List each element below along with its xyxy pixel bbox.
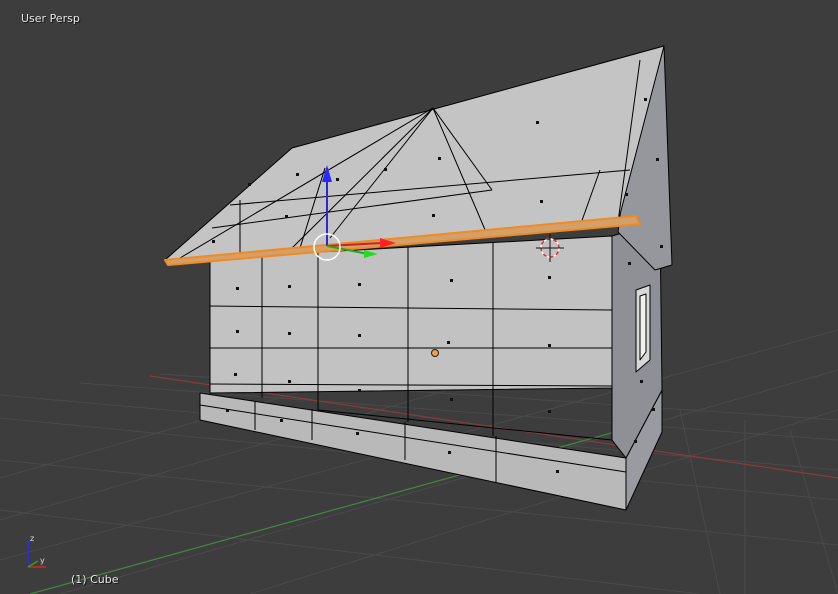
view-name-label: User Persp — [21, 12, 80, 25]
svg-text:y: y — [40, 556, 45, 565]
active-object-label: (1) Cube — [71, 573, 119, 586]
object-origin-dot[interactable] — [431, 349, 439, 357]
wall-front-face[interactable] — [209, 235, 613, 394]
viewport-scene[interactable]: z y — [0, 0, 838, 594]
svg-text:z: z — [30, 534, 34, 543]
mesh-cube[interactable] — [164, 45, 673, 511]
view-axis-icon: z y — [27, 534, 46, 568]
3d-viewport[interactable]: z y User Persp (1) Cube — [0, 0, 838, 594]
